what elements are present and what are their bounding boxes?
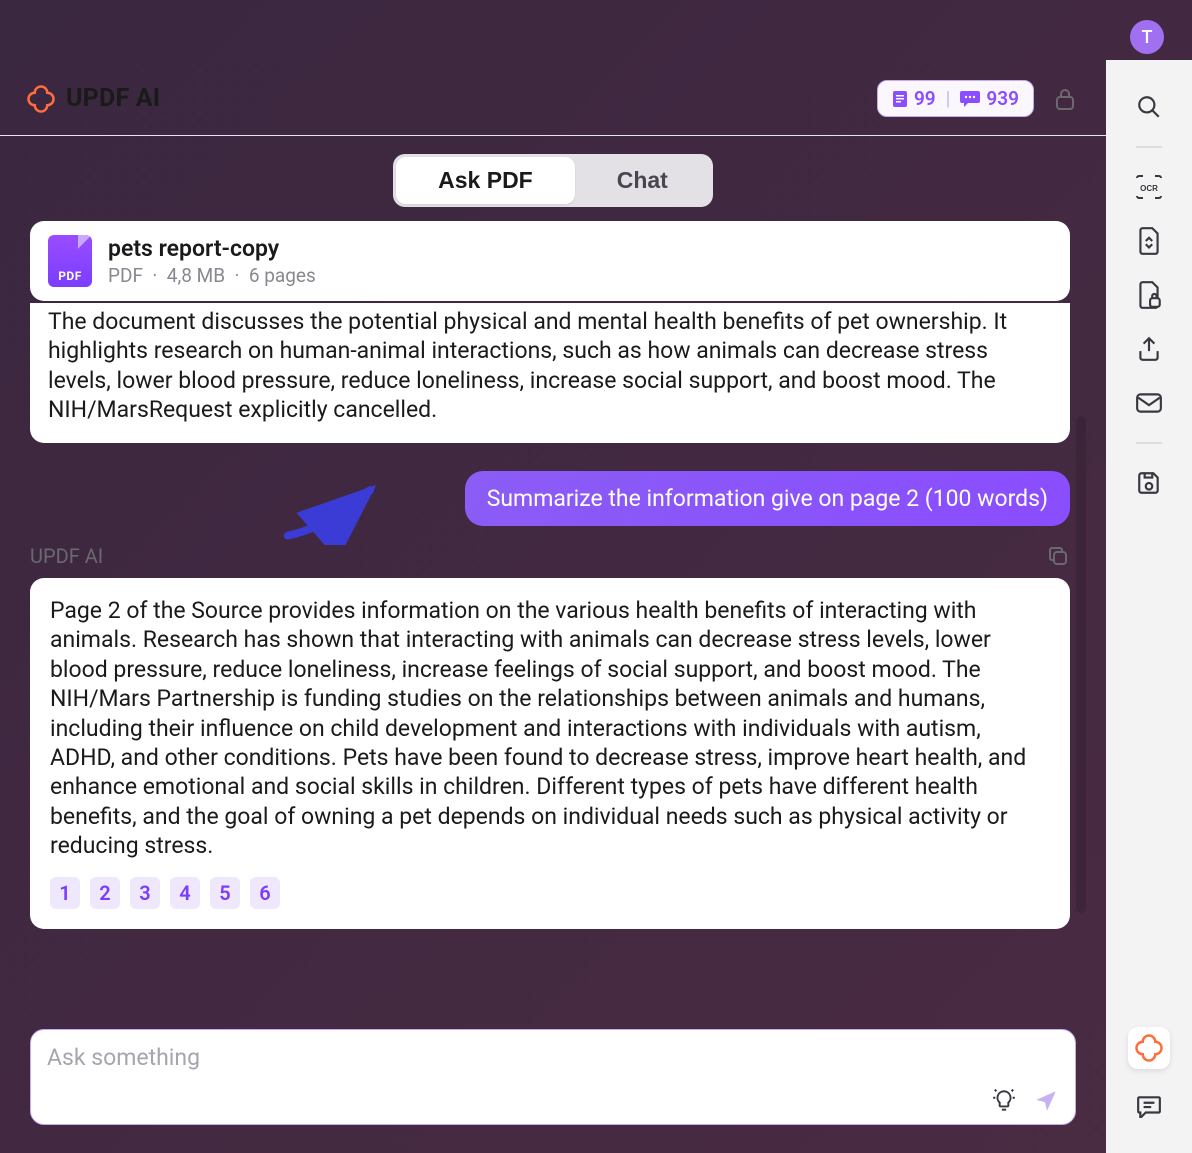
doc-credit-count: 99 [914,87,936,110]
annotation-arrow-icon [280,479,390,545]
avatar[interactable]: T [1130,20,1164,54]
scrollbar[interactable] [1076,416,1086,913]
search-button[interactable] [1132,90,1166,124]
rail-divider [1136,442,1162,444]
mode-tabs: Ask PDF Chat [30,154,1076,207]
copy-icon [1046,544,1070,568]
assistant-answer-text: Page 2 of the Source provides informatio… [50,596,1050,861]
ocr-button[interactable]: OCR [1132,170,1166,204]
page-ref-chip[interactable]: 5 [210,877,240,909]
file-meta: PDF · 4,8 MB · 6 pages [108,264,316,287]
assistant-label: UPDF AI [30,544,103,568]
brand: UPDF AI [26,84,160,114]
send-button[interactable] [1033,1088,1059,1114]
page-ref-chip[interactable]: 1 [50,877,80,909]
tab-ask-pdf[interactable]: Ask PDF [396,157,575,204]
chat-credit-count: 939 [986,87,1019,110]
suggestions-button[interactable] [991,1088,1017,1114]
user-message: Summarize the information give on page 2… [465,471,1070,526]
search-icon [1136,94,1162,120]
ai-logo-icon [1134,1033,1164,1063]
page-ref-chip[interactable]: 3 [130,877,160,909]
file-lock-icon [1136,280,1162,310]
lock-icon [1054,87,1076,111]
convert-icon [1136,226,1162,256]
page-ref-chip[interactable]: 6 [250,877,280,909]
share-button[interactable] [1132,332,1166,366]
mail-button[interactable] [1132,386,1166,420]
app-title: UPDF AI [66,84,160,113]
file-name: pets report-copy [108,235,316,262]
copy-button[interactable] [1046,544,1070,568]
user-message-row: Summarize the information give on page 2… [30,471,1070,526]
ocr-icon: OCR [1134,174,1164,200]
assistant-answer: Page 2 of the Source provides informatio… [30,578,1070,929]
rail-divider [1136,146,1162,148]
lock-button[interactable] [1054,87,1076,111]
main-panel: UPDF AI 99 | 939 [0,60,1106,1153]
app-shell: UPDF AI 99 | 939 [0,60,1192,1153]
save-icon [1136,470,1162,496]
notes-icon [1136,1094,1162,1118]
pdf-file-icon: PDF [48,235,92,287]
body: Ask PDF Chat PDF pets report-copy PDF · … [0,136,1106,1153]
brand-logo-icon [26,84,56,114]
header: UPDF AI 99 | 939 [0,60,1106,136]
page-ref-chip[interactable]: 2 [90,877,120,909]
save-button[interactable] [1132,466,1166,500]
page-ref-chip[interactable]: 4 [170,877,200,909]
page-references: 123456 [50,877,1050,909]
prompt-input-area [30,1029,1076,1125]
file-card[interactable]: PDF pets report-copy PDF · 4,8 MB · 6 pa… [30,221,1070,301]
chat-credit-icon [960,91,980,107]
ai-launcher-button[interactable] [1128,1027,1170,1069]
avatar-initial: T [1142,27,1153,48]
assistant-label-row: UPDF AI [30,544,1070,568]
assistant-summary: The document discusses the potential phy… [30,303,1070,443]
share-icon [1136,335,1162,363]
svg-text:OCR: OCR [1140,184,1158,193]
right-rail: OCR [1106,60,1192,1153]
send-icon [1033,1088,1059,1114]
mail-icon [1135,392,1163,414]
document-credit-icon [892,90,908,108]
lightbulb-icon [991,1088,1017,1114]
credit-badge[interactable]: 99 | 939 [877,80,1034,117]
protect-button[interactable] [1132,278,1166,312]
convert-button[interactable] [1132,224,1166,258]
notes-button[interactable] [1132,1089,1166,1123]
chat-content: PDF pets report-copy PDF · 4,8 MB · 6 pa… [30,221,1076,1003]
tab-chat[interactable]: Chat [575,157,710,204]
prompt-input[interactable] [47,1044,1059,1080]
